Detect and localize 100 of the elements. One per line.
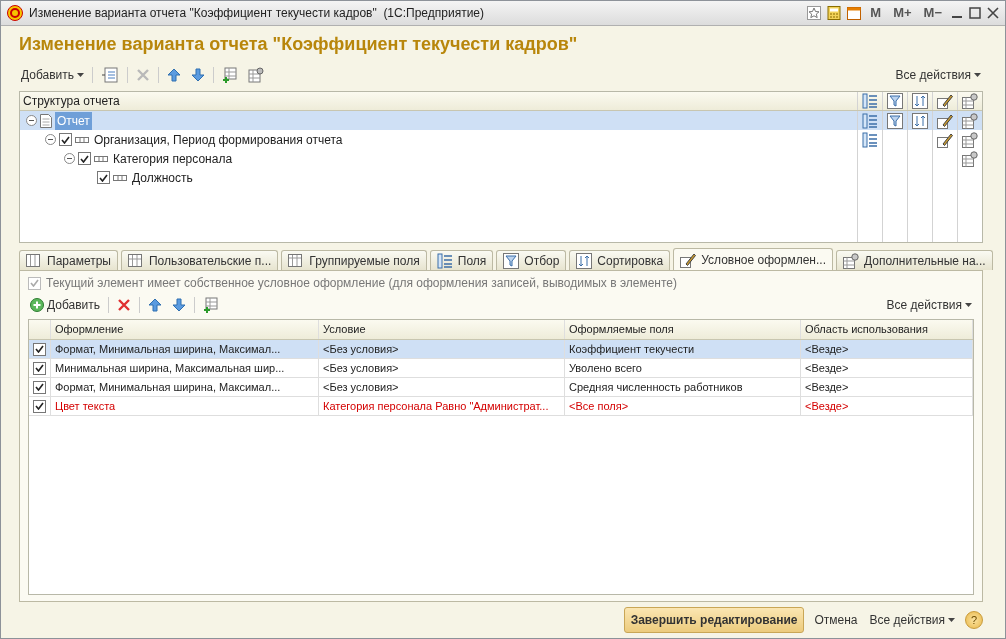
tab[interactable]: Группируемые поля	[281, 250, 427, 270]
delete-icon	[117, 298, 132, 312]
sort-icon[interactable]	[912, 112, 928, 129]
star-icon[interactable]	[807, 6, 822, 20]
checkbox[interactable]	[78, 152, 91, 165]
column-header: Структура отчета	[23, 93, 120, 110]
tree-item-label: Категория персонала	[112, 150, 234, 168]
caret-icon	[77, 73, 85, 77]
tab[interactable]: Условное оформлен...	[673, 248, 833, 270]
memory-button[interactable]: M−	[920, 3, 945, 23]
tab[interactable]: Сортировка	[569, 250, 671, 270]
tree-row[interactable]: Должность	[20, 168, 982, 187]
tab[interactable]: Параметры	[19, 250, 118, 270]
column-header: Оформление	[55, 322, 124, 338]
table-cell-text: <Везде>	[805, 379, 849, 395]
list-icon[interactable]	[862, 112, 878, 129]
logo-icon[interactable]	[7, 5, 23, 21]
finish-editing-button[interactable]: Завершить редактирование	[623, 607, 805, 633]
checkbox[interactable]	[59, 133, 72, 146]
tab[interactable]: Поля	[429, 250, 494, 270]
sort-icon	[576, 252, 593, 269]
table-cell-text: Средняя численность работников	[569, 379, 743, 395]
tab[interactable]: Отбор	[496, 250, 567, 270]
memory-button[interactable]: M	[867, 3, 885, 23]
help-button[interactable]: ?	[965, 611, 983, 629]
brush-icon	[680, 251, 697, 268]
column-header: Область использования	[805, 322, 928, 338]
brush-icon[interactable]	[937, 112, 953, 129]
table-row[interactable]: Формат, Минимальная ширина, Максимал... <Без условия> Коэффициент текучести <Везде>	[29, 340, 973, 359]
add-settings-icon	[203, 297, 220, 313]
all-actions-menu[interactable]: Все действия	[884, 296, 974, 314]
cancel-button[interactable]: Отмена	[812, 611, 860, 629]
add-settings-icon	[222, 67, 239, 83]
table-cell-text: <Без условия>	[323, 379, 399, 395]
delete-icon	[136, 68, 151, 82]
collapse-icon[interactable]	[45, 134, 56, 145]
table-cell-text: <Везде>	[805, 360, 849, 376]
grid-gear-icon[interactable]	[962, 150, 978, 167]
settings-button[interactable]	[246, 67, 267, 83]
grid-gear-icon[interactable]	[962, 93, 978, 109]
move-down-icon	[191, 68, 206, 82]
check-icon	[35, 402, 44, 410]
filter-icon[interactable]	[887, 93, 903, 109]
check-icon	[35, 345, 44, 353]
brush-icon[interactable]	[937, 131, 953, 148]
brush-icon[interactable]	[937, 93, 953, 109]
settings-icon	[248, 67, 265, 83]
check-icon	[61, 135, 70, 144]
grid-gear-icon[interactable]	[962, 112, 978, 129]
column-header: Оформляемые поля	[569, 322, 674, 338]
filter-icon[interactable]	[887, 112, 903, 129]
maximize-icon[interactable]	[969, 7, 981, 19]
all-actions-menu[interactable]: Все действия	[893, 66, 983, 84]
checkbox[interactable]	[97, 171, 110, 184]
table-cell-text: <Все поля>	[569, 398, 629, 414]
list-icon[interactable]	[862, 131, 878, 148]
checkbox[interactable]	[33, 342, 46, 356]
add-button[interactable]: Добавить	[28, 296, 103, 314]
checkbox[interactable]	[33, 361, 46, 375]
window-title: Изменение варианта отчета "Коэффициент текучести кадров" (1С:Предприятие)	[29, 5, 485, 22]
check-icon	[80, 154, 89, 163]
collapse-icon[interactable]	[64, 153, 75, 164]
calendar-icon[interactable]	[847, 6, 862, 20]
table-row[interactable]: Минимальная ширина, Максимальная шир... <Без условия> Уволено всего <Везде>	[29, 359, 973, 378]
list-icon[interactable]	[862, 93, 878, 109]
checkbox[interactable]	[33, 380, 46, 394]
table-cell-text: <Без условия>	[323, 341, 399, 357]
memory-button[interactable]: M+	[890, 3, 915, 23]
caret-icon	[948, 618, 955, 622]
grid-gear-icon	[843, 252, 859, 269]
table-row[interactable]: Цвет текста Категория персонала Равно "Администрат... <Все поля> <Везде>	[29, 397, 973, 416]
form-heading: Изменение варианта отчета "Коэффициент текучести кадров"	[19, 33, 579, 56]
grid-gear-icon[interactable]	[962, 131, 978, 148]
table-row[interactable]: Формат, Минимальная ширина, Максимал... <Без условия> Средняя численность работников <Везде>	[29, 378, 973, 397]
close-icon[interactable]	[987, 7, 999, 19]
sort-icon[interactable]	[912, 93, 928, 109]
tree-row[interactable]: Категория персонала	[20, 149, 982, 168]
tree-item-label: Должность	[131, 169, 194, 187]
caret-icon	[974, 73, 981, 77]
checkbox[interactable]	[33, 399, 46, 413]
table-cell-text: Формат, Минимальная ширина, Максимал...	[55, 341, 281, 357]
check-icon	[35, 364, 44, 372]
add-icon	[30, 298, 44, 312]
table-cell-text: Уволено всего	[569, 360, 642, 376]
tree-row[interactable]: Организация, Период формирования отчета	[20, 130, 982, 149]
add-button[interactable]: Добавить	[19, 66, 87, 84]
calculator-icon[interactable]	[827, 6, 842, 20]
table-cell-text: Формат, Минимальная ширина, Максимал...	[55, 379, 281, 395]
own-formatting-checkbox: Текущий элемент имеет собственное условное оформление (для оформления записей, выводимых в элементе)	[28, 274, 974, 292]
all-actions-menu[interactable]: Все действия	[867, 611, 957, 629]
table-cell-text: Категория персонала Равно "Администрат...	[323, 398, 549, 414]
tab[interactable]: Пользовательские п...	[120, 250, 279, 270]
table-icon	[127, 252, 144, 269]
tab[interactable]: Дополнительные на...	[836, 250, 993, 270]
tree-item-label: Организация, Период формирования отчета	[93, 131, 344, 149]
check-icon	[30, 279, 39, 287]
caret-icon	[965, 303, 972, 307]
table-cell-text: <Без условия>	[323, 360, 399, 376]
check-icon	[35, 383, 44, 391]
collapse-icon[interactable]	[26, 115, 37, 126]
